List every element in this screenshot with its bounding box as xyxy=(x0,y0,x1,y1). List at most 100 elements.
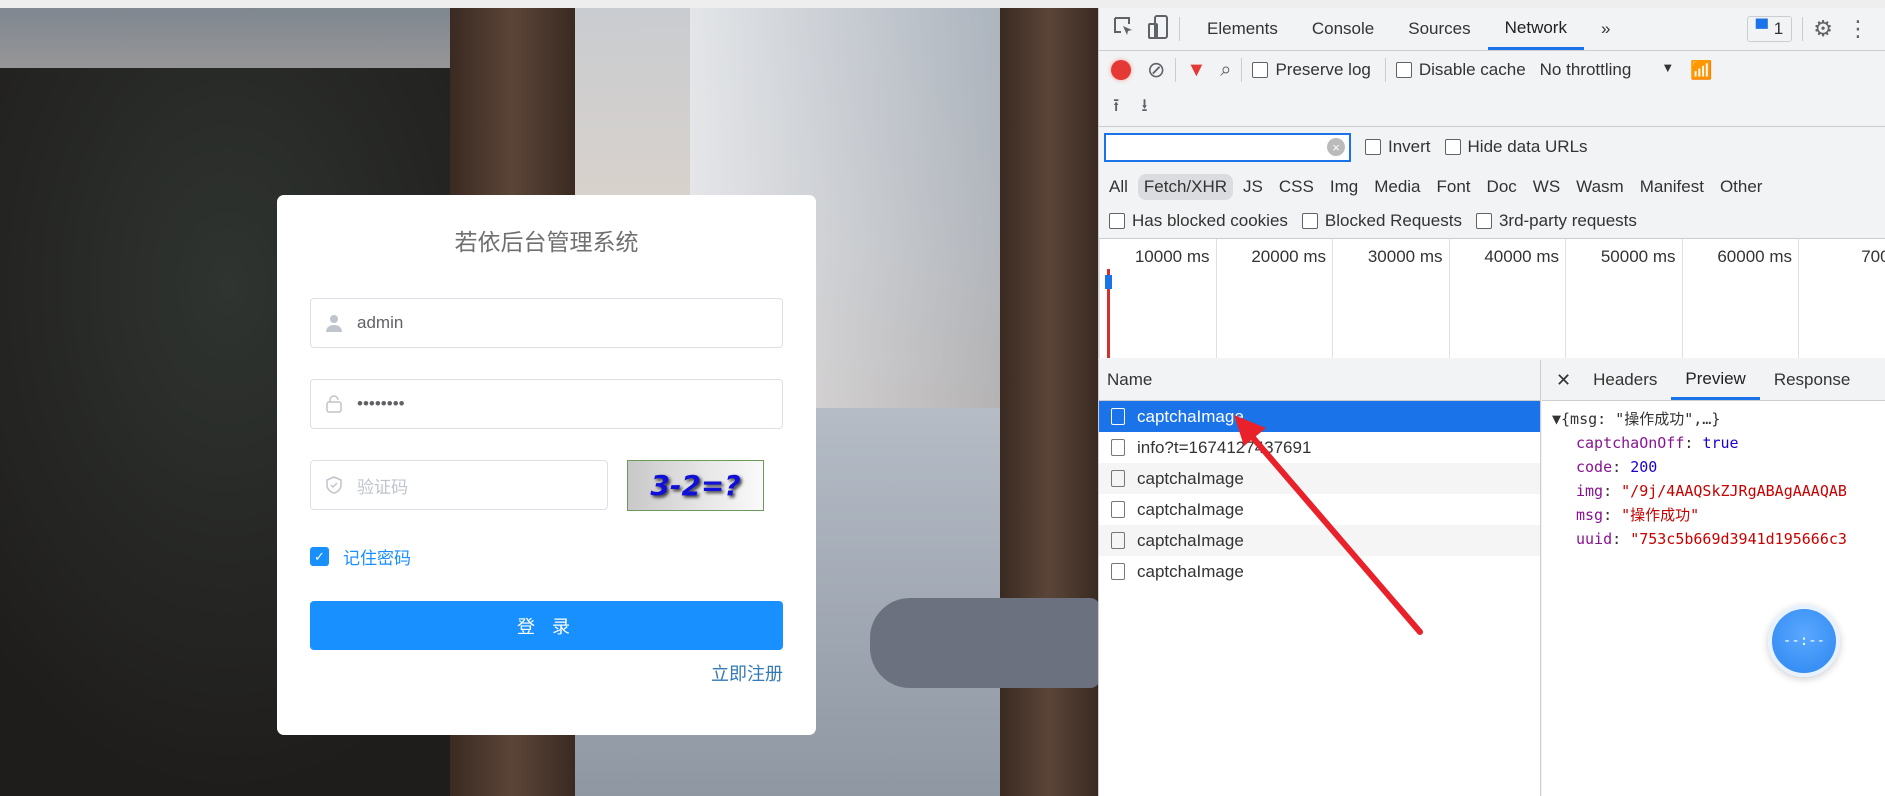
download-icon[interactable]: ⭳ xyxy=(1141,93,1147,123)
timeline-tick: 70000 xyxy=(1798,239,1885,358)
tab-response[interactable]: Response xyxy=(1760,360,1865,400)
request-name: info?t=1674127437691 xyxy=(1137,437,1312,457)
tab-network[interactable]: Network xyxy=(1487,8,1584,50)
lock-icon xyxy=(311,395,357,413)
login-button[interactable]: 登 录 xyxy=(310,601,783,650)
file-icon xyxy=(1111,501,1125,518)
import-export-row: ⭱ ⭳ xyxy=(1099,89,1885,127)
password-input[interactable]: •••••••• xyxy=(310,379,783,429)
timeline-tick: 10000 ms xyxy=(1099,239,1216,358)
preserve-log-checkbox[interactable]: Preserve log xyxy=(1252,60,1371,80)
request-name: captchaImage xyxy=(1137,530,1244,550)
invert-checkbox[interactable]: Invert xyxy=(1365,137,1431,157)
blocked-requests-checkbox[interactable]: Blocked Requests xyxy=(1301,211,1462,231)
filter-row: × Invert Hide data URLs xyxy=(1099,130,1885,164)
checkmark-icon: ✓ xyxy=(310,547,329,566)
disable-cache-checkbox[interactable]: Disable cache xyxy=(1395,60,1526,80)
request-row[interactable]: captchaImage xyxy=(1099,463,1540,494)
captcha-input[interactable]: 验证码 xyxy=(310,460,608,510)
captcha-image[interactable]: 3-2=? xyxy=(627,460,764,511)
type-filter-wasm[interactable]: Wasm xyxy=(1570,174,1630,200)
network-toolbar: ⊘ ▼ ⌕ Preserve log Disable cache No thro… xyxy=(1099,51,1885,89)
type-filter-fetchxhr[interactable]: Fetch/XHR xyxy=(1137,174,1234,200)
clear-icon[interactable]: ⊘ xyxy=(1147,57,1165,83)
request-row[interactable]: captchaImage xyxy=(1099,401,1540,432)
third-party-requests-checkbox[interactable]: 3rd-party requests xyxy=(1475,211,1637,231)
throttling-select[interactable]: No throttling ▼ xyxy=(1540,60,1675,80)
file-icon xyxy=(1111,439,1125,456)
request-name: captchaImage xyxy=(1137,468,1244,488)
search-icon[interactable]: ⌕ xyxy=(1220,59,1231,82)
file-icon xyxy=(1111,408,1125,425)
type-filter-ws[interactable]: WS xyxy=(1527,174,1566,200)
blocked-filters: Has blocked cookies Blocked Requests 3rd… xyxy=(1099,206,1885,236)
type-filter-doc[interactable]: Doc xyxy=(1481,174,1523,200)
close-icon[interactable]: ✕ xyxy=(1556,370,1571,391)
dropdown-arrow-icon: ▼ xyxy=(1661,60,1675,75)
username-input[interactable]: admin xyxy=(310,298,783,348)
filter-icon[interactable]: ▼ xyxy=(1186,59,1206,82)
issues-button[interactable]: ▀ 1 xyxy=(1746,16,1793,42)
expand-triangle-icon: ▼ xyxy=(1552,410,1562,428)
timeline-tick-label: 60000 ms xyxy=(1717,247,1792,266)
clear-filter-icon[interactable]: × xyxy=(1327,138,1345,156)
tab-preview[interactable]: Preview xyxy=(1671,360,1760,400)
gear-icon[interactable]: ⚙ xyxy=(1813,16,1833,42)
request-row[interactable]: info?t=1674127437691 xyxy=(1099,432,1540,463)
request-row[interactable]: captchaImage xyxy=(1099,525,1540,556)
timeline-tick: 60000 ms xyxy=(1681,239,1799,358)
request-row[interactable]: captchaImage xyxy=(1099,556,1540,587)
devtools-tabbar: Elements Console Sources Network » ▀ 1 ⚙ … xyxy=(1099,8,1885,51)
floating-clock-widget[interactable]: --:-- xyxy=(1768,605,1840,677)
device-toolbar-icon[interactable] xyxy=(1147,14,1169,44)
filter-input[interactable]: × xyxy=(1104,132,1351,162)
shield-icon xyxy=(311,476,357,494)
timeline-tick: 30000 ms xyxy=(1332,239,1449,358)
json-root[interactable]: ▼{msg: "操作成功",…} xyxy=(1552,407,1885,431)
file-icon xyxy=(1111,532,1125,549)
user-icon xyxy=(311,314,357,332)
request-details: ✕ Headers Preview Response ▼{msg: "操作成功"… xyxy=(1542,360,1885,796)
network-conditions-icon[interactable]: 📶 xyxy=(1690,60,1712,81)
timeline-tick-label: 40000 ms xyxy=(1484,247,1559,266)
network-timeline[interactable]: 10000 ms 20000 ms 30000 ms 40000 ms 50000 ms… xyxy=(1099,238,1885,358)
type-filter-img[interactable]: Img xyxy=(1324,174,1364,200)
top-strip xyxy=(0,0,1885,8)
file-icon xyxy=(1111,563,1125,580)
request-name: captchaImage xyxy=(1137,499,1244,519)
devtools-panel: Elements Console Sources Network » ▀ 1 ⚙ … xyxy=(1098,8,1885,796)
type-filter-media[interactable]: Media xyxy=(1368,174,1426,200)
resource-type-filters: All Fetch/XHR JS CSS Img Media Font Doc WS Wasm Ma… xyxy=(1099,171,1885,203)
tab-console[interactable]: Console xyxy=(1295,8,1391,50)
tab-headers[interactable]: Headers xyxy=(1579,360,1671,400)
inspect-element-icon[interactable] xyxy=(1113,16,1135,43)
type-filter-manifest[interactable]: Manifest xyxy=(1634,174,1710,200)
timeline-tick: 20000 ms xyxy=(1215,239,1333,358)
timeline-tick: 50000 ms xyxy=(1565,239,1682,358)
type-filter-other[interactable]: Other xyxy=(1714,174,1769,200)
tab-sources[interactable]: Sources xyxy=(1391,8,1487,50)
json-preview: ▼{msg: "操作成功",…} captchaOnOff: true code… xyxy=(1542,401,1885,551)
type-filter-all[interactable]: All xyxy=(1103,174,1134,200)
type-filter-js[interactable]: JS xyxy=(1237,174,1269,200)
login-title: 若依后台管理系统 xyxy=(454,229,639,255)
more-tabs-button[interactable]: » xyxy=(1584,8,1627,50)
message-icon: ▀ xyxy=(1755,19,1768,38)
login-card: 若依后台管理系统 admin •••••••• 验证码 3-2=? ✓ 记住密码… xyxy=(277,195,816,735)
name-column-header[interactable]: Name xyxy=(1099,360,1540,401)
has-blocked-cookies-checkbox[interactable]: Has blocked cookies xyxy=(1109,211,1288,231)
request-list: Name captchaImage info?t=1674127437691 cap… xyxy=(1099,360,1541,796)
request-name: captchaImage xyxy=(1137,561,1244,581)
tab-elements[interactable]: Elements xyxy=(1190,8,1295,50)
request-row[interactable]: captchaImage xyxy=(1099,494,1540,525)
file-icon xyxy=(1111,470,1125,487)
register-link[interactable]: 立即注册 xyxy=(711,660,783,686)
timeline-tick: 40000 ms xyxy=(1448,239,1566,358)
upload-icon[interactable]: ⭱ xyxy=(1113,93,1119,123)
remember-checkbox[interactable]: ✓ 记住密码 xyxy=(310,544,411,569)
record-icon[interactable] xyxy=(1111,60,1131,80)
hide-data-urls-checkbox[interactable]: Hide data URLs xyxy=(1444,137,1588,157)
kebab-menu-icon[interactable]: ⋮ xyxy=(1847,16,1869,42)
type-filter-css[interactable]: CSS xyxy=(1273,174,1320,200)
type-filter-font[interactable]: Font xyxy=(1431,174,1477,200)
